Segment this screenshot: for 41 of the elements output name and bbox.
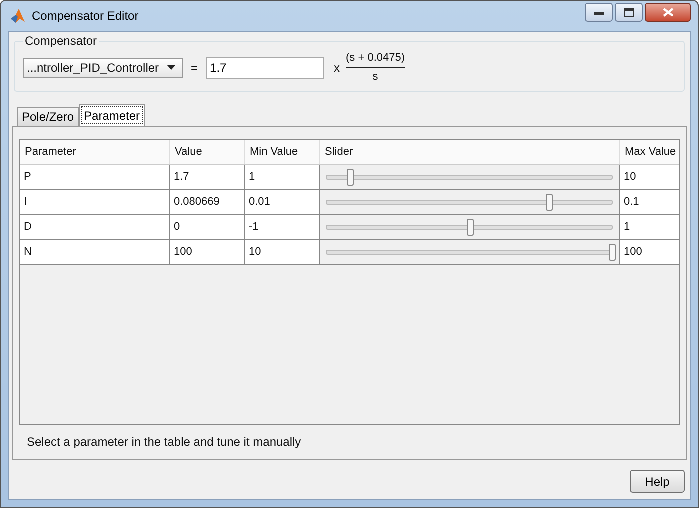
table-cell: 1.7: [170, 165, 245, 189]
equals-sign: =: [191, 60, 198, 74]
panel-label: Compensator: [24, 34, 98, 48]
times-sign: x: [334, 60, 340, 74]
table-cell-text: 1: [623, 220, 632, 235]
tab[interactable]: Parameter: [79, 104, 146, 126]
table-cell: I: [20, 190, 170, 214]
slider-thumb[interactable]: [546, 194, 554, 210]
table-cell: 0.080669: [170, 190, 245, 214]
slider-thumb[interactable]: [466, 218, 474, 236]
close-icon: [662, 8, 674, 17]
minimize-icon: [594, 10, 604, 14]
table-cell: 100: [170, 240, 245, 264]
status-message: Select a parameter in the table and tune it manually: [26, 434, 302, 451]
denominator: s: [372, 71, 378, 83]
column-header: Parameter: [20, 140, 170, 164]
table-cell: D: [20, 215, 170, 239]
compensator-dropdown[interactable]: ...ntroller_PID_Controller: [23, 58, 183, 78]
window-title: Compensator Editor: [32, 9, 139, 23]
gain-field[interactable]: 1.7: [206, 56, 324, 78]
column-header: Max Value: [624, 145, 678, 160]
tab[interactable]: Pole/Zero: [17, 107, 80, 126]
maximize-button[interactable]: [615, 3, 643, 22]
column-header: Value: [170, 140, 245, 164]
column-header: Slider: [320, 140, 620, 164]
caret-icon: [167, 65, 176, 70]
app-logo-icon: [10, 8, 26, 24]
slider-thumb[interactable]: [346, 168, 354, 186]
help-button[interactable]: Help: [630, 470, 685, 493]
numerator: (s + 0.0475): [346, 52, 406, 64]
table-cell: N: [20, 240, 170, 264]
minimize-button[interactable]: [585, 3, 613, 22]
table-cell: P: [20, 165, 170, 189]
maximize-icon: [624, 8, 634, 17]
slider-thumb[interactable]: [609, 244, 616, 260]
table-cell: 0: [170, 215, 245, 239]
table-cell-text: 10: [623, 170, 638, 185]
close-button[interactable]: [645, 3, 691, 22]
table-cell-text: 0.1: [623, 195, 640, 210]
column-header: Min Value: [245, 140, 320, 164]
table-cell-text: 100: [623, 245, 644, 260]
